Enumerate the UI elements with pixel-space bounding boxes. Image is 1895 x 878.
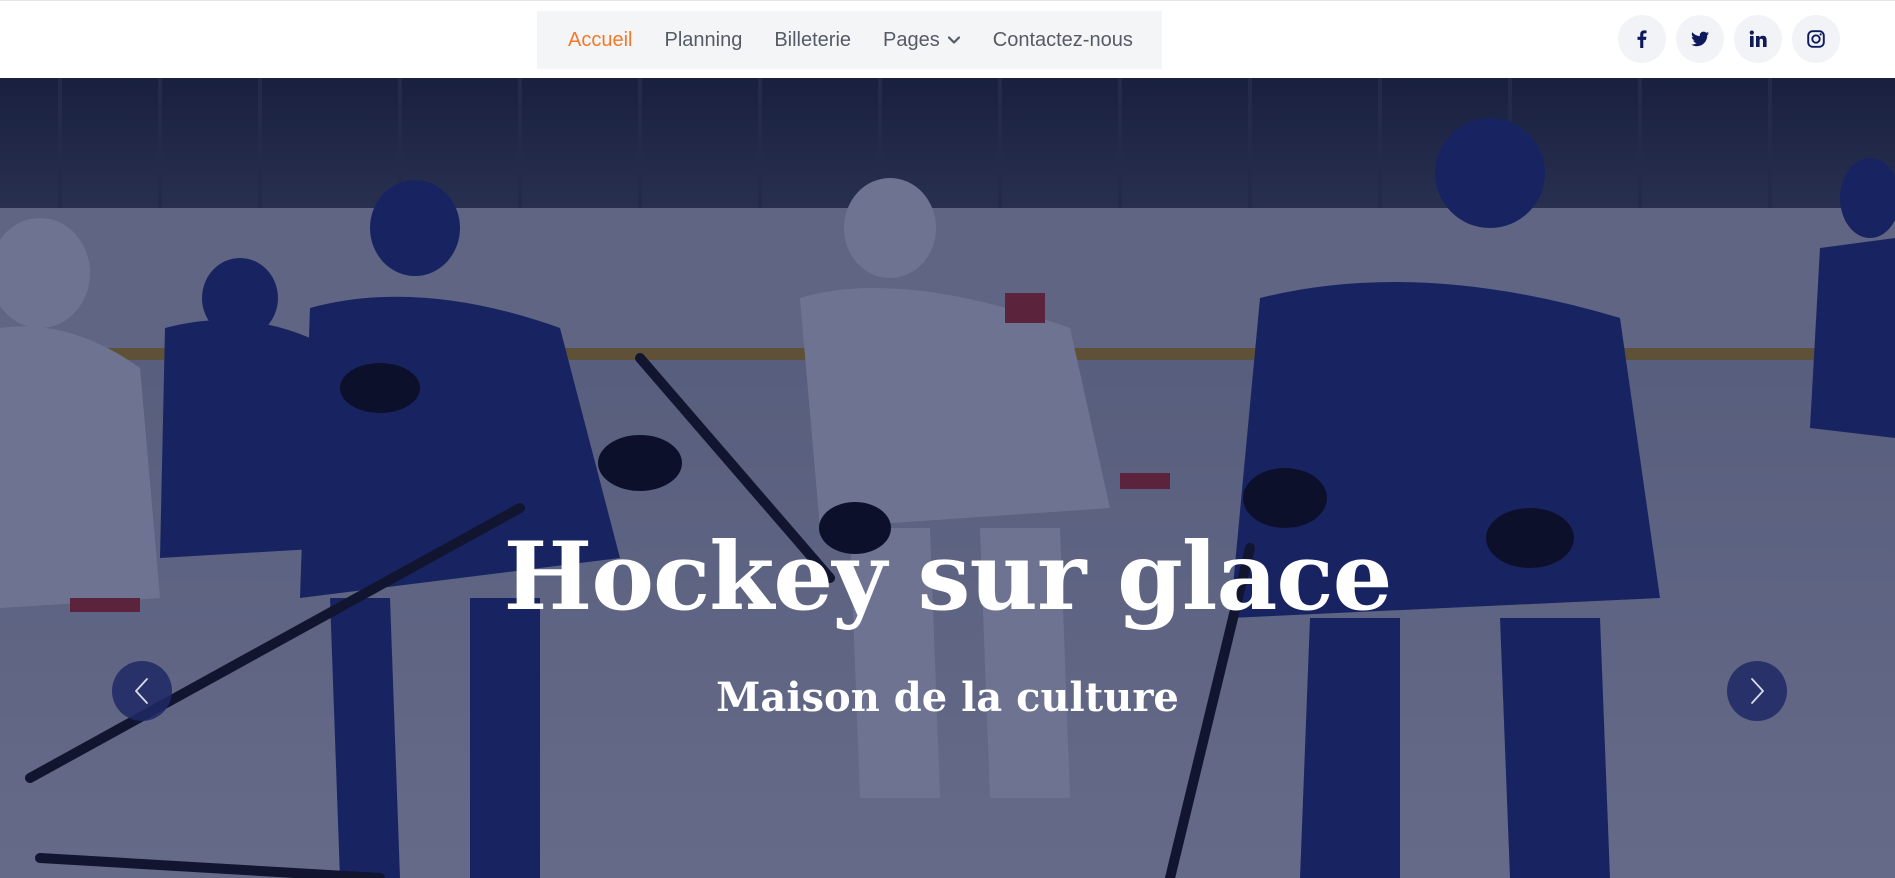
header: Accueil Planning Billeterie Pages Contac… [0,0,1895,78]
chevron-left-icon [135,678,148,704]
facebook-icon [1637,30,1647,48]
nav-item-pages-label: Pages [883,28,940,51]
twitter-button[interactable] [1676,15,1724,63]
facebook-button[interactable] [1618,15,1666,63]
carousel-next-button[interactable] [1727,661,1787,721]
linkedin-button[interactable] [1734,15,1782,63]
hero-subtitle: Maison de la culture [716,674,1179,721]
linkedin-icon [1749,30,1767,47]
instagram-button[interactable] [1792,15,1840,63]
main-nav: Accueil Planning Billeterie Pages Contac… [537,11,1162,69]
nav-item-pages[interactable]: Pages [883,29,961,52]
nav-item-accueil[interactable]: Accueil [568,29,632,52]
chevron-down-icon [947,36,960,44]
twitter-icon [1691,31,1709,47]
hero-overlay [0,78,1895,878]
nav-item-planning[interactable]: Planning [664,29,742,52]
hero-title: Hockey sur glace [503,522,1393,632]
instagram-icon [1807,30,1825,48]
carousel-prev-button[interactable] [112,661,172,721]
social-links [1618,15,1840,63]
nav-item-billeterie[interactable]: Billeterie [774,29,851,52]
chevron-right-icon [1751,678,1764,704]
hero-carousel: Hockey sur glace Maison de la culture [0,78,1895,878]
nav-item-contactez-nous[interactable]: Contactez-nous [993,29,1133,52]
